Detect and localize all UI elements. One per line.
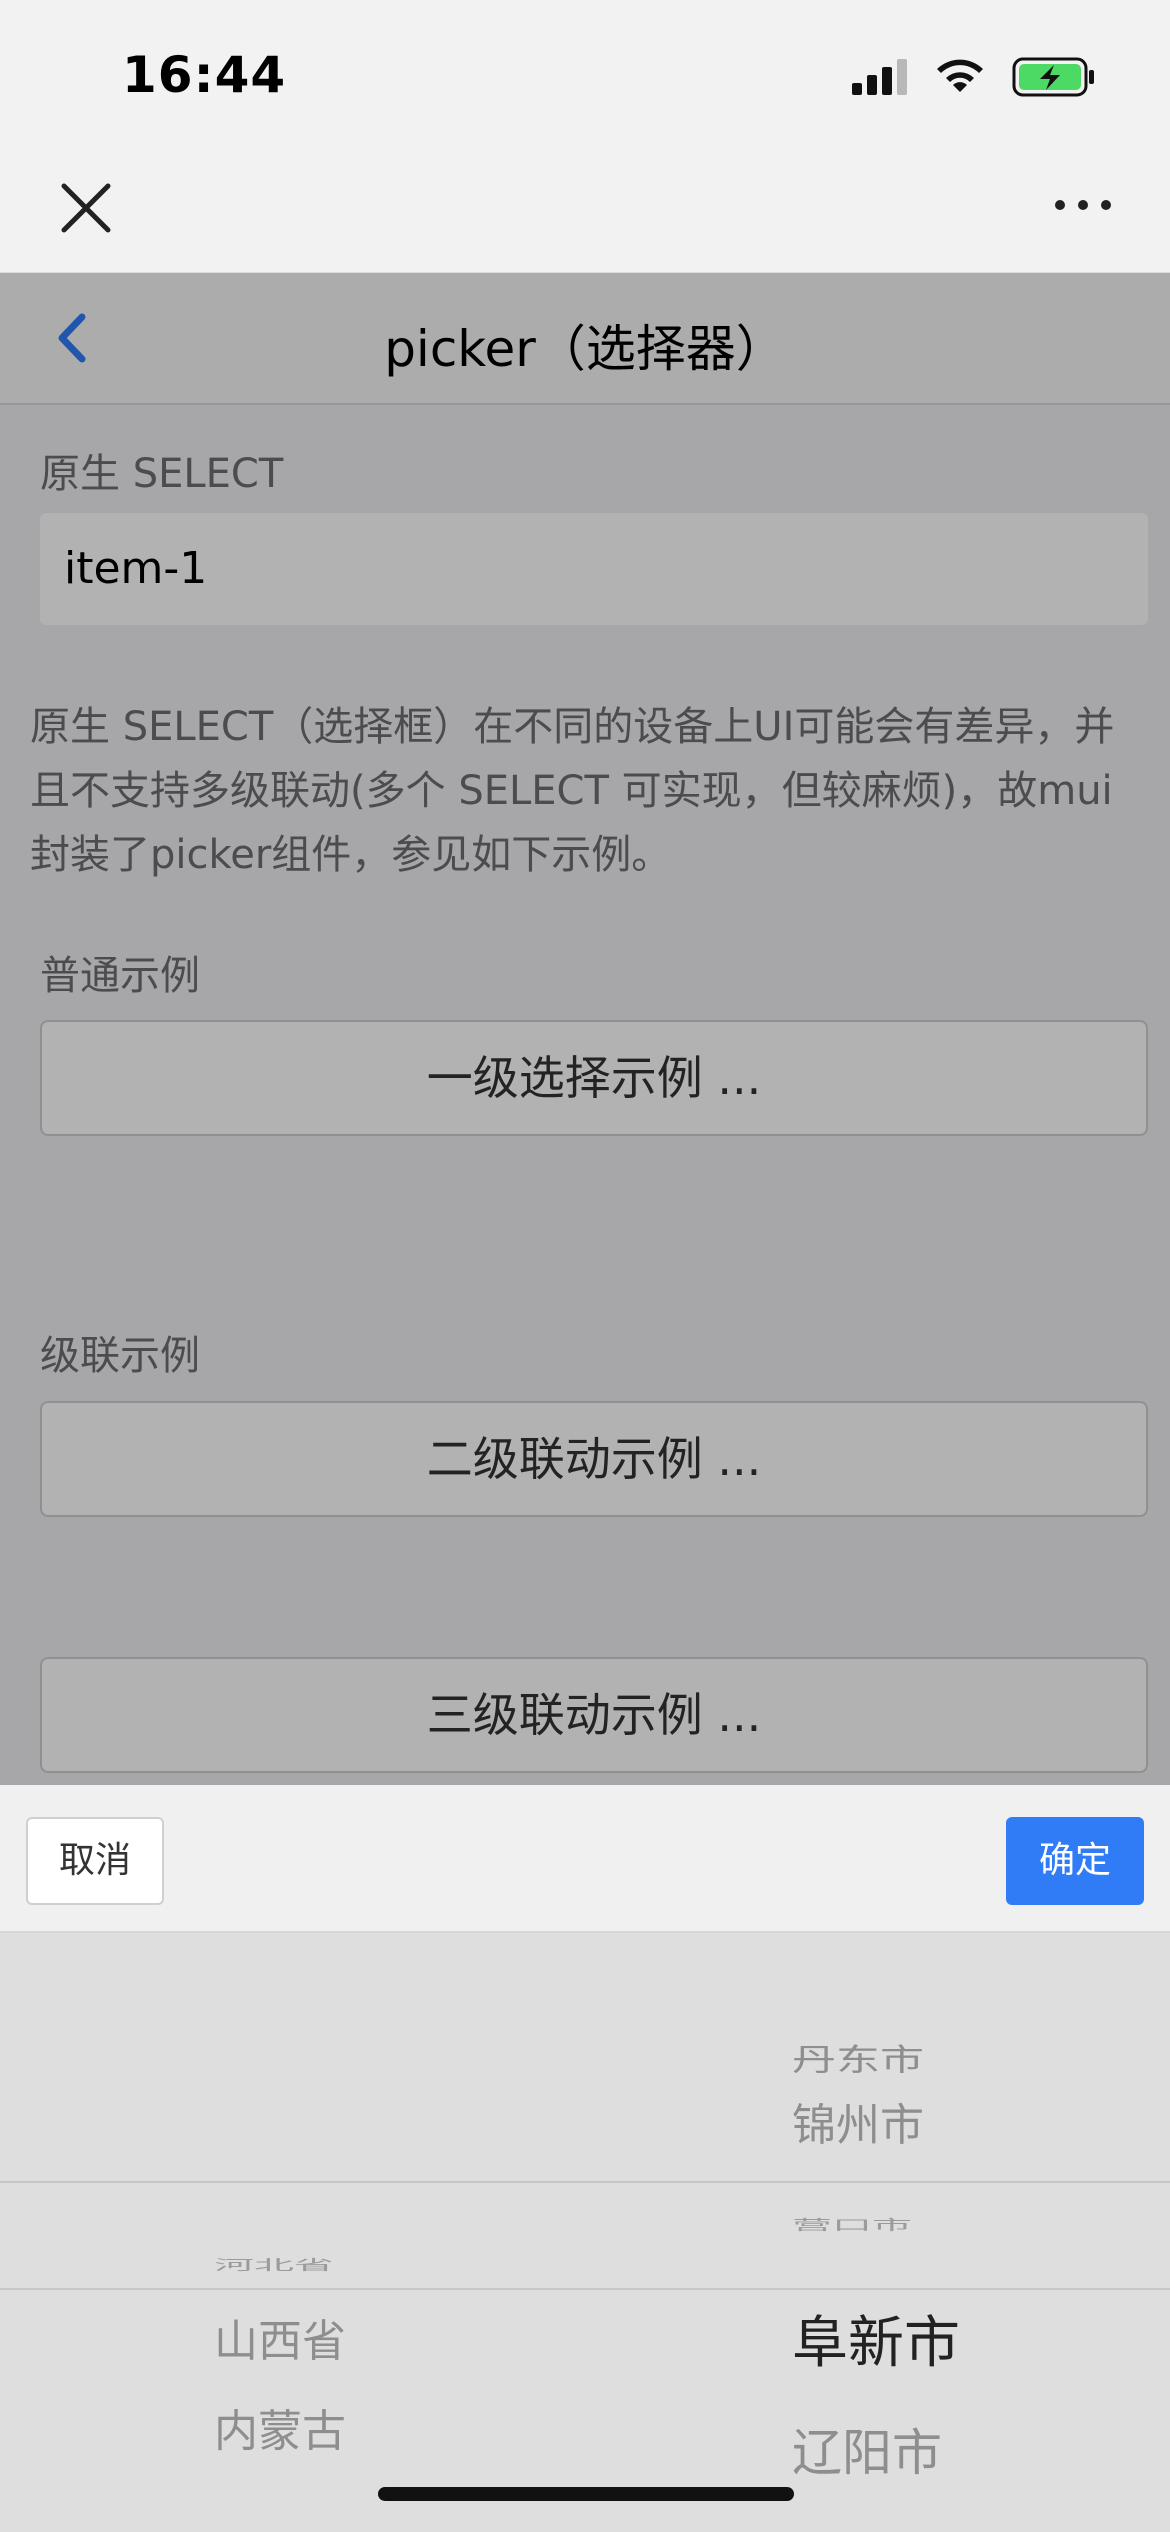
- status-icons: [852, 52, 1096, 102]
- mini-program-bar: [0, 150, 1170, 274]
- close-icon[interactable]: [56, 178, 116, 238]
- city-option[interactable]: 辽阳市: [792, 2413, 942, 2485]
- selection-line-top: [0, 2181, 1170, 2183]
- picker-panel: 取消 确定 河北省 山西省 内蒙古 丹东市 锦州市 营口市 阜新市 辽阳市: [0, 1785, 1170, 2532]
- city-option[interactable]: 丹东市: [792, 2035, 924, 2080]
- home-indicator: [378, 2487, 794, 2501]
- battery-charging-icon: [1012, 57, 1094, 97]
- picker-toolbar: 取消 确定: [0, 1785, 1170, 1933]
- city-option[interactable]: 锦州市: [792, 2089, 924, 2153]
- province-option[interactable]: 河北省: [214, 2254, 334, 2274]
- confirm-button[interactable]: 确定: [1006, 1817, 1144, 1905]
- city-option-selected[interactable]: 阜新市: [792, 2298, 960, 2379]
- more-icon[interactable]: [1052, 190, 1114, 220]
- province-option[interactable]: 山西省: [214, 2305, 346, 2369]
- modal-backdrop[interactable]: [0, 273, 1170, 1785]
- selection-line-bottom: [0, 2288, 1170, 2290]
- cancel-button[interactable]: 取消: [26, 1817, 164, 1905]
- wifi-icon: [937, 59, 983, 92]
- status-time: 16:44: [122, 46, 287, 104]
- status-bar: 16:44: [0, 0, 1170, 150]
- city-option[interactable]: 营口市: [792, 2214, 912, 2234]
- province-option[interactable]: 内蒙古: [214, 2395, 346, 2459]
- signal-icon: [852, 59, 907, 95]
- picker-wheels[interactable]: 河北省 山西省 内蒙古 丹东市 锦州市 营口市 阜新市 辽阳市: [0, 1933, 1170, 2532]
